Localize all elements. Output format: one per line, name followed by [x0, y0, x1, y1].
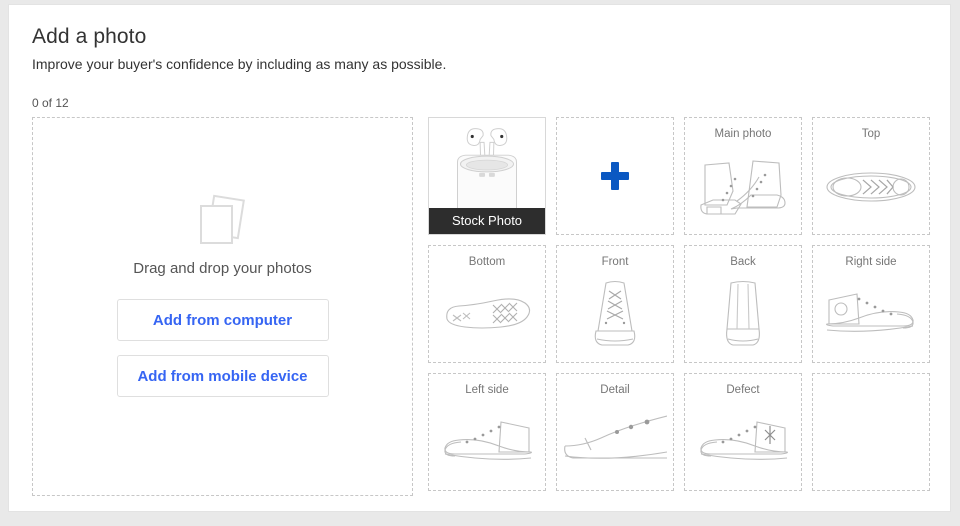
tile-stock-photo[interactable]: Stock Photo — [428, 117, 546, 235]
tile-front[interactable]: Front — [556, 245, 674, 363]
tile-top[interactable]: Top — [812, 117, 930, 235]
tile-main-photo[interactable]: Main photo — [684, 117, 802, 235]
shoe-left-side-icon — [429, 402, 545, 484]
stock-photo-label: Stock Photo — [429, 208, 545, 234]
photo-dropzone[interactable]: Drag and drop your photos Add from compu… — [32, 117, 413, 496]
shoe-detail-icon — [557, 402, 673, 484]
shoe-sole-icon — [429, 274, 545, 356]
tile-label: Right side — [845, 256, 897, 268]
tile-label: Top — [861, 128, 881, 140]
shoe-defect-icon — [685, 402, 801, 484]
tile-detail[interactable]: Detail — [556, 373, 674, 491]
tile-back[interactable]: Back — [684, 245, 802, 363]
tile-label: Defect — [726, 384, 760, 396]
tile-left-side[interactable]: Left side — [428, 373, 546, 491]
shoe-front-view-icon — [557, 274, 673, 356]
add-photo-card: Add a photo Improve your buyer's confide… — [8, 4, 951, 512]
tile-label: Front — [601, 256, 629, 268]
tile-label: Back — [730, 256, 756, 268]
page-subtitle: Improve your buyer's confidence by inclu… — [32, 56, 447, 72]
photos-stack-icon — [194, 194, 252, 244]
tile-label: Detail — [600, 384, 630, 396]
plus-icon — [601, 162, 629, 190]
photo-counter: 0 of 12 — [32, 96, 69, 110]
add-photo-tile[interactable] — [556, 117, 674, 235]
tile-label: Left side — [465, 384, 509, 396]
shoe-top-view-icon — [813, 146, 929, 228]
photo-tile-grid: Stock Photo Main photo Top Bottom Front … — [428, 117, 942, 491]
tile-empty-slot[interactable] — [812, 373, 930, 491]
shoe-back-view-icon — [685, 274, 801, 356]
sneaker-pair-icon — [685, 146, 801, 228]
tile-defect[interactable]: Defect — [684, 373, 802, 491]
shoe-right-side-icon — [813, 274, 929, 356]
add-from-computer-button[interactable]: Add from computer — [116, 299, 329, 341]
add-from-mobile-device-button[interactable]: Add from mobile device — [116, 355, 329, 397]
tile-right-side[interactable]: Right side — [812, 245, 930, 363]
dropzone-instruction: Drag and drop your photos — [133, 260, 312, 277]
tile-label: Bottom — [468, 256, 506, 268]
tile-bottom[interactable]: Bottom — [428, 245, 546, 363]
tile-label: Main photo — [714, 128, 772, 140]
page-title: Add a photo — [32, 25, 147, 48]
